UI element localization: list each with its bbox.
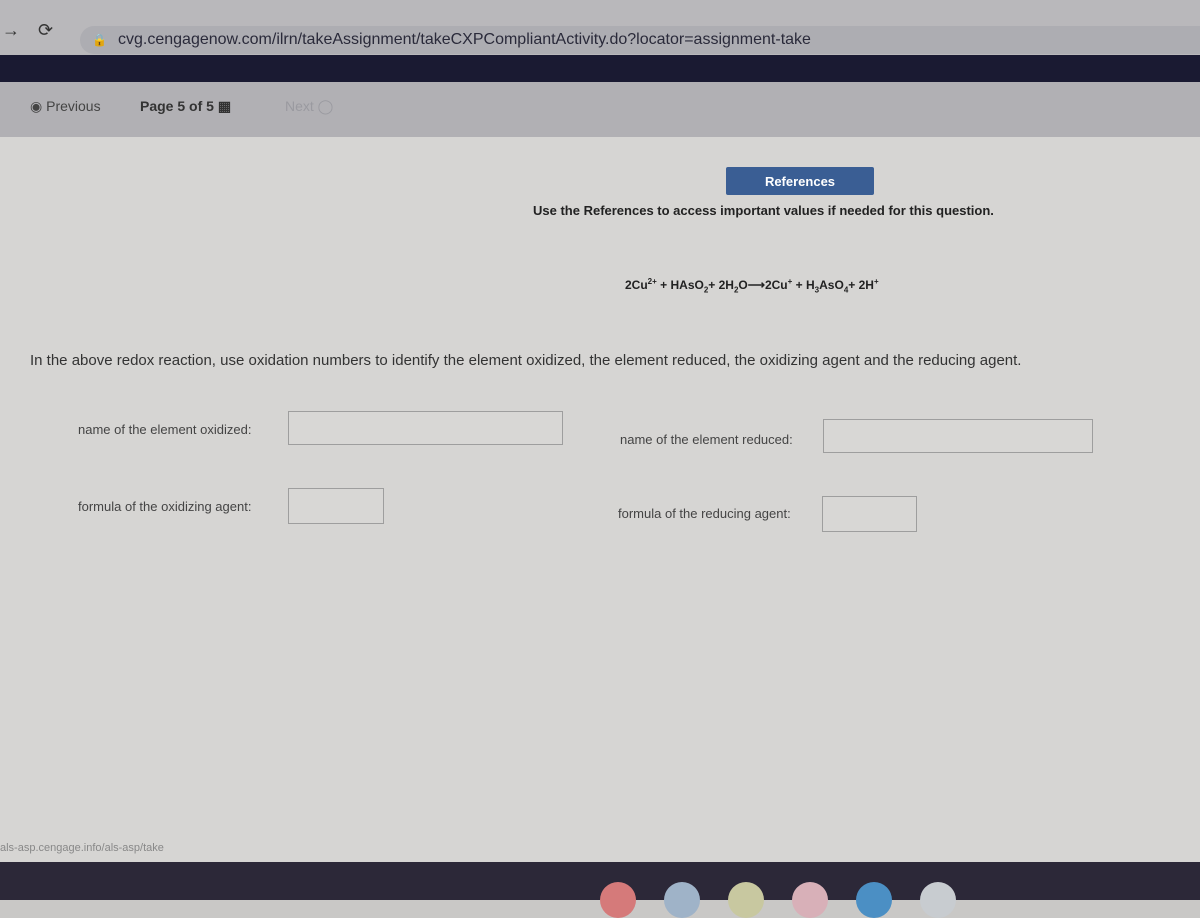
reduced-label: name of the element reduced: (620, 432, 793, 447)
docs-icon[interactable] (856, 882, 892, 918)
oxidizing-agent-input[interactable] (288, 488, 384, 524)
previous-button[interactable]: ◉ Previous (30, 98, 101, 115)
calendar-icon[interactable] (920, 882, 956, 918)
question-text: In the above redox reaction, use oxidati… (30, 352, 1022, 369)
lock-icon: 🔒 (92, 33, 107, 47)
reducing-agent-input[interactable] (822, 496, 917, 532)
grid-icon: ▦ (217, 98, 232, 114)
references-button[interactable]: References (726, 167, 874, 195)
page-navigation: ◉ Previous Page 5 of 5 ▦ Next ◯ (0, 82, 1200, 137)
forward-icon[interactable]: → (2, 20, 20, 41)
photos-icon[interactable] (728, 882, 764, 918)
taskbar (0, 862, 1200, 918)
reaction-equation: 2Cu2+ + HAsO2+ 2H2O⟶2Cu+ + H3AsO4+ 2H+ (625, 277, 879, 295)
oxidizing-agent-label: formula of the oxidizing agent: (78, 499, 252, 514)
reducing-agent-label: formula of the reducing agent: (618, 506, 791, 521)
element-reduced-input[interactable] (823, 419, 1093, 453)
page-indicator[interactable]: Page 5 of 5 ▦ (140, 98, 231, 115)
chrome-icon[interactable] (600, 882, 636, 918)
status-bar: als-asp.cengage.info/als-asp/take (0, 842, 164, 854)
question-area: References Use the References to access … (0, 137, 1200, 862)
address-bar[interactable]: 🔒 cvg.cengagenow.com/ilrn/takeAssignment/… (80, 26, 1200, 54)
next-button[interactable]: Next ◯ (285, 98, 333, 115)
previous-label: Previous (46, 98, 101, 114)
element-oxidized-input[interactable] (288, 411, 563, 445)
oxidized-label: name of the element oxidized: (78, 422, 252, 437)
gmail-icon[interactable] (792, 882, 828, 918)
files-icon[interactable] (664, 882, 700, 918)
references-hint: Use the References to access important v… (533, 203, 994, 218)
next-label: Next (285, 98, 314, 114)
reload-icon[interactable]: ⟳ (38, 20, 53, 41)
browser-toolbar: → ⟳ 🔒 cvg.cengagenow.com/ilrn/takeAssignm… (0, 0, 1200, 55)
page-label: Page 5 of 5 (140, 98, 214, 114)
url-text: cvg.cengagenow.com/ilrn/takeAssignment/t… (118, 31, 811, 48)
